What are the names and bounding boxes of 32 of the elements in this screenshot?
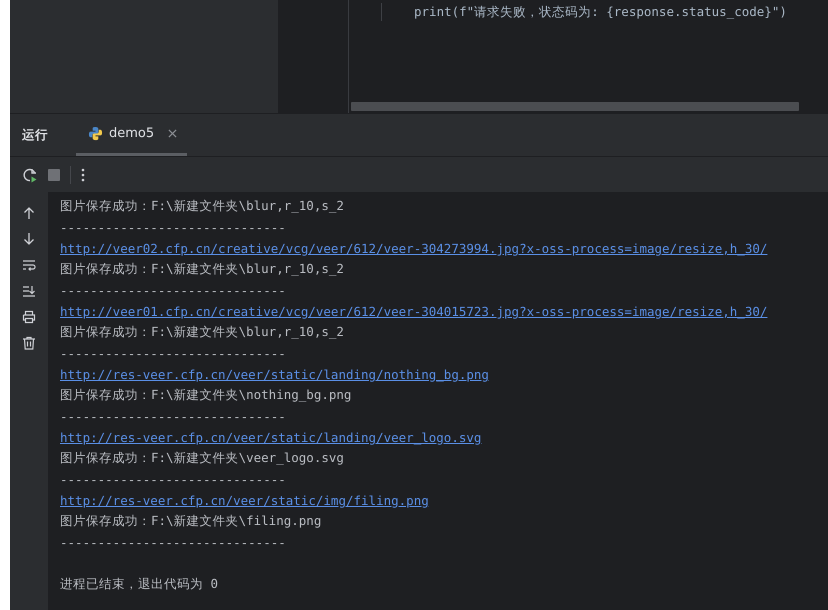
tool-window-title: 运行 xyxy=(21,126,49,144)
python-icon xyxy=(88,126,103,141)
console-message: 图片保存成功：F:\新建文件夹\filing.png xyxy=(60,513,322,530)
console-link[interactable]: http://res-veer.cfp.cn/veer/static/landing/nothing_bg.png xyxy=(60,367,489,382)
arrow-up-icon[interactable] xyxy=(22,206,36,220)
console-message: 图片保存成功：F:\新建文件夹\blur,r_10,s_2 xyxy=(60,324,344,341)
console-link[interactable]: http://res-veer.cfp.cn/veer/static/landing/veer_logo.svg xyxy=(60,430,482,445)
trash-icon[interactable] xyxy=(22,336,36,350)
separator-line: ------------------------------ xyxy=(60,535,286,550)
more-options-icon[interactable] xyxy=(81,168,85,182)
stop-icon[interactable] xyxy=(48,168,60,180)
code-line: print(f"请求失败，状态码为: {response.status_code}") xyxy=(414,4,787,20)
separator-line: ------------------------------ xyxy=(60,220,286,235)
separator-line: ------------------------------ xyxy=(60,472,286,487)
rerun-icon[interactable] xyxy=(22,166,38,182)
separator-line: ------------------------------ xyxy=(60,409,286,424)
console-message: 图片保存成功：F:\新建文件夹\nothing_bg.png xyxy=(60,387,352,404)
horizontal-scrollbar[interactable] xyxy=(351,102,799,111)
separator-line: ------------------------------ xyxy=(60,346,286,361)
soft-wrap-icon[interactable] xyxy=(22,258,36,272)
console-message: 图片保存成功：F:\新建文件夹\blur,r_10,s_2 xyxy=(60,261,344,278)
print-icon[interactable] xyxy=(22,310,36,324)
console-link[interactable]: http://veer02.cfp.cn/creative/vcg/veer/612/veer-304273994.jpg?x-oss-process=image/resize,h_30/ xyxy=(60,241,768,256)
console-link[interactable]: http://res-veer.cfp.cn/veer/static/img/filing.png xyxy=(60,493,429,508)
close-icon[interactable] xyxy=(168,129,178,138)
separator-line: ------------------------------ xyxy=(60,283,286,298)
scroll-to-end-icon[interactable] xyxy=(22,284,36,298)
arrow-down-icon[interactable] xyxy=(22,232,36,246)
console-link[interactable]: http://veer01.cfp.cn/creative/vcg/veer/612/veer-304015723.jpg?x-oss-process=image/resize,h_30/ xyxy=(60,304,768,319)
console-message: 图片保存成功：F:\新建文件夹\blur,r_10,s_2 xyxy=(60,198,344,215)
exit-message: 进程已结束，退出代码为 0 xyxy=(60,576,218,593)
console-message: 图片保存成功：F:\新建文件夹\veer_logo.svg xyxy=(60,450,344,467)
